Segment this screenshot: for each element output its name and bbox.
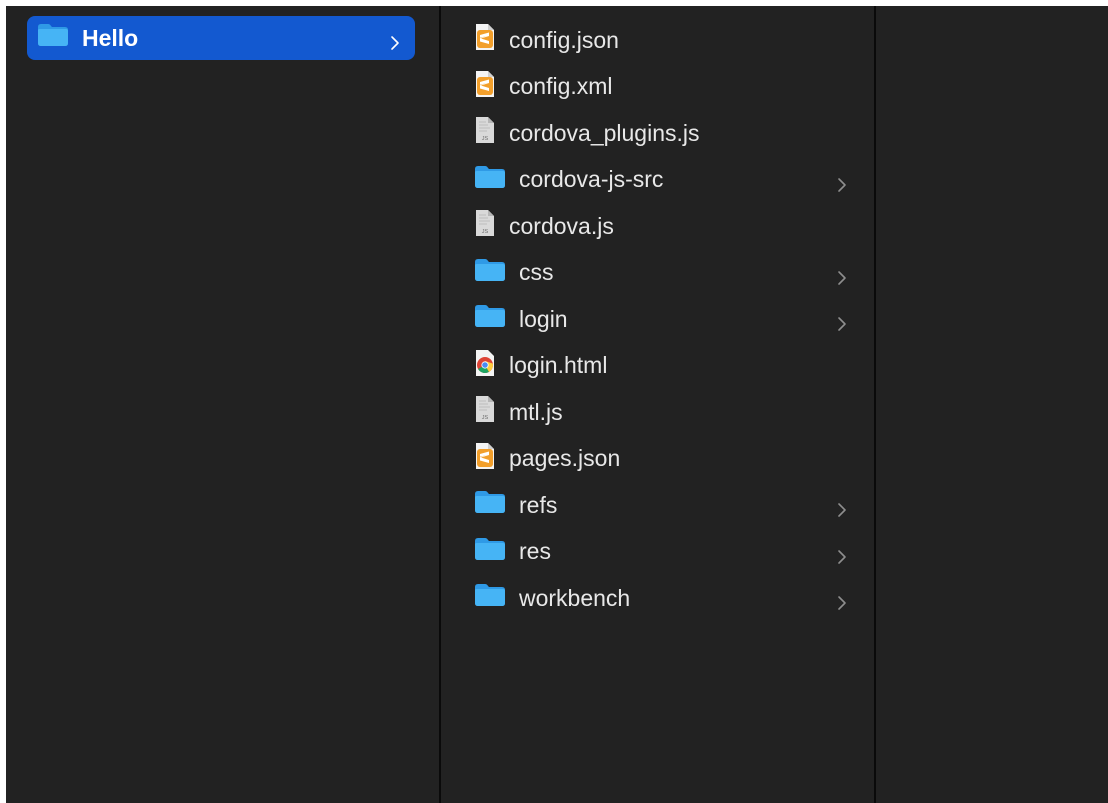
js-file-icon: JS (474, 209, 496, 243)
folder-row[interactable]: css (441, 250, 874, 297)
item-label: css (519, 259, 554, 286)
chrome-doc-icon (474, 349, 496, 383)
folder-row[interactable]: workbench (441, 575, 874, 622)
folder-row[interactable]: res (441, 529, 874, 576)
column-contents[interactable]: config.json config.xml JS cordova_plugins.j… (441, 6, 874, 803)
file-row[interactable]: JS cordova.js (441, 203, 874, 250)
file-list: config.json config.xml JS cordova_plugins.j… (441, 6, 874, 622)
item-label: cordova_plugins.js (509, 119, 700, 146)
chevron-right-icon[interactable] (836, 172, 848, 192)
file-row[interactable]: config.xml (441, 64, 874, 111)
file-row[interactable]: JS cordova_plugins.js (441, 110, 874, 157)
chevron-right-icon[interactable] (836, 265, 848, 285)
folder-icon (474, 583, 506, 613)
parent-folder-item[interactable]: Hello (27, 16, 415, 60)
file-row[interactable]: JS mtl.js (441, 389, 874, 436)
folder-row[interactable]: refs (441, 482, 874, 529)
folder-row[interactable]: cordova-js-src (441, 157, 874, 204)
chevron-right-icon[interactable] (389, 30, 401, 50)
svg-text:JS: JS (482, 229, 489, 235)
folder-icon (474, 537, 506, 567)
folder-icon (474, 304, 506, 334)
sublime-doc-icon (474, 23, 496, 57)
item-label: cordova.js (509, 212, 614, 239)
item-label: login.html (509, 352, 608, 379)
item-label: config.xml (509, 73, 613, 100)
file-row[interactable]: pages.json (441, 436, 874, 483)
item-label: config.json (509, 26, 619, 53)
svg-text:JS: JS (482, 136, 489, 142)
item-label: cordova-js-src (519, 166, 664, 193)
item-label: refs (519, 491, 558, 518)
item-label: workbench (519, 584, 631, 611)
sublime-doc-icon (474, 70, 496, 104)
item-label: mtl.js (509, 398, 563, 425)
item-label: pages.json (509, 445, 621, 472)
chevron-right-icon[interactable] (836, 544, 848, 564)
chevron-right-icon[interactable] (836, 590, 848, 611)
chevron-right-icon[interactable] (836, 497, 848, 518)
folder-icon (37, 23, 69, 53)
parent-list: Hello (6, 16, 439, 60)
folder-icon (474, 165, 506, 195)
file-row[interactable]: login.html (441, 343, 874, 390)
column-parent[interactable]: Hello (6, 6, 439, 803)
file-row[interactable]: config.json (441, 17, 874, 64)
column-preview (876, 6, 1108, 803)
item-label: Hello (82, 24, 139, 51)
item-label: res (519, 538, 551, 565)
column-browser: Hello config.json config.xml JS cordova_plu… (6, 6, 1108, 803)
sublime-doc-icon (474, 442, 496, 476)
js-file-icon: JS (474, 395, 496, 429)
folder-row[interactable]: login (441, 296, 874, 343)
js-file-icon: JS (474, 116, 496, 150)
svg-text:JS: JS (482, 415, 489, 421)
item-label: login (519, 305, 568, 332)
folder-icon (474, 258, 506, 288)
folder-icon (474, 490, 506, 520)
chevron-right-icon[interactable] (836, 311, 848, 332)
